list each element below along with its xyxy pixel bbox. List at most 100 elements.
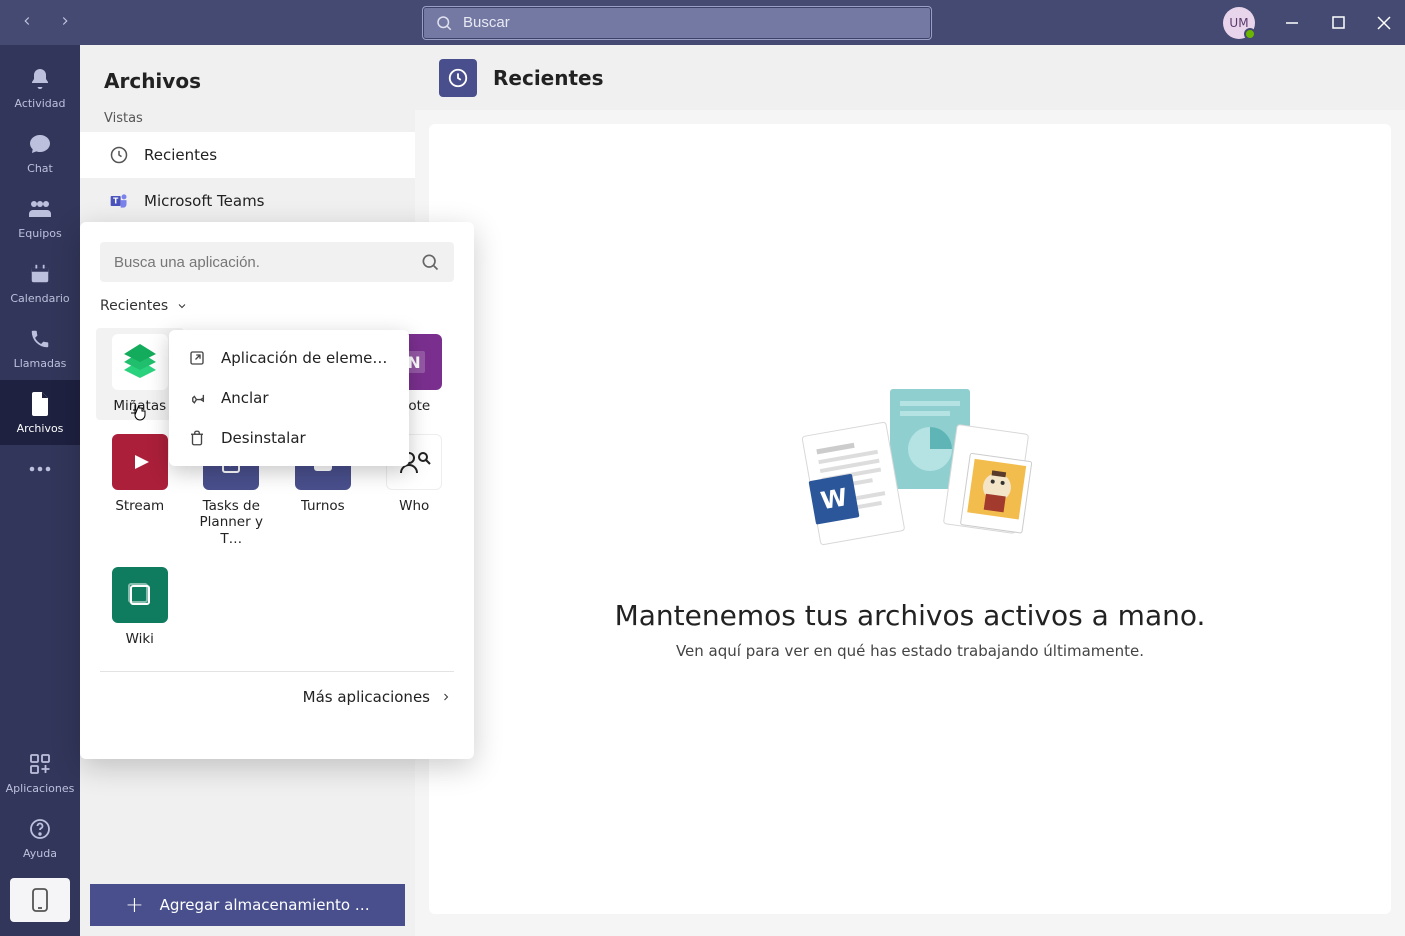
bell-icon xyxy=(26,65,54,93)
file-icon xyxy=(26,390,54,418)
apps-icon xyxy=(26,750,54,778)
rail-label: Actividad xyxy=(14,97,65,110)
rail-label: Calendario xyxy=(10,292,69,305)
main-area: Recientes W xyxy=(415,45,1405,936)
rail-chat[interactable]: Chat xyxy=(0,120,80,185)
app-tile-label: Who xyxy=(399,498,429,514)
pin-icon xyxy=(187,388,207,408)
rail-aplicaciones[interactable]: Aplicaciones xyxy=(0,740,80,805)
minatas-icon xyxy=(118,344,162,380)
rail-calendario[interactable]: Calendario xyxy=(0,250,80,315)
empty-state-title: Mantenemos tus archivos activos a mano. xyxy=(615,599,1206,632)
nav-arrows xyxy=(20,12,72,33)
search-input[interactable] xyxy=(463,14,919,31)
rail-label: Equipos xyxy=(18,227,61,240)
avatar[interactable]: UM xyxy=(1223,7,1255,39)
window-minimize-button[interactable] xyxy=(1283,14,1301,32)
phone-icon xyxy=(26,325,54,353)
chevron-down-icon xyxy=(176,300,188,312)
calendar-icon xyxy=(26,260,54,288)
app-tile-label: Turnos xyxy=(301,498,345,514)
mobile-icon xyxy=(32,888,48,912)
rail-label: Chat xyxy=(27,162,53,175)
flyout-search[interactable] xyxy=(100,242,454,282)
ctx-uninstall[interactable]: Desinstalar xyxy=(169,418,409,458)
app-tile-wiki[interactable]: Wiki xyxy=(96,561,184,653)
flyout-filter-label: Recientes xyxy=(100,298,168,314)
app-tile-label: Tasks de Planner y T… xyxy=(191,498,271,547)
stream-icon xyxy=(125,447,155,477)
app-tile-label: Miñatas xyxy=(113,398,166,414)
app-tile-label: Stream xyxy=(115,498,164,514)
view-microsoft-teams[interactable]: T Microsoft Teams xyxy=(80,178,415,224)
panel-title: Archivos xyxy=(80,45,415,111)
rail-archivos[interactable]: Archivos xyxy=(0,380,80,445)
ctx-label: Aplicación de eleme… xyxy=(221,349,387,367)
wiki-icon xyxy=(125,580,155,610)
rail-more[interactable] xyxy=(0,445,80,493)
view-label: Microsoft Teams xyxy=(144,192,265,210)
minimize-icon xyxy=(1285,16,1299,30)
titlebar: UM xyxy=(0,0,1405,45)
teams-icon: T xyxy=(108,190,130,212)
clock-icon xyxy=(447,67,469,89)
app-flyout: Recientes Miñatas N Note Stream xyxy=(80,222,474,759)
nav-back-button[interactable] xyxy=(20,12,34,33)
presence-badge-icon xyxy=(1244,28,1256,40)
rail-label: Llamadas xyxy=(14,357,67,370)
chevron-right-icon xyxy=(58,14,72,28)
add-storage-label: Agregar almacenamiento … xyxy=(160,896,370,914)
teams-icon xyxy=(26,195,54,223)
main-header-title: Recientes xyxy=(493,66,604,90)
empty-illustration-icon: W xyxy=(780,379,1040,559)
flyout-filter[interactable]: Recientes xyxy=(80,298,474,324)
rail-llamadas[interactable]: Llamadas xyxy=(0,315,80,380)
empty-state-subtitle: Ven aquí para ver en qué has estado trab… xyxy=(676,642,1144,660)
popout-icon xyxy=(187,348,207,368)
ctx-label: Desinstalar xyxy=(221,429,306,447)
window-close-button[interactable] xyxy=(1375,14,1393,32)
ctx-pin[interactable]: Anclar xyxy=(169,378,409,418)
svg-text:N: N xyxy=(408,353,421,372)
ellipsis-icon xyxy=(26,455,54,483)
window-maximize-button[interactable] xyxy=(1329,14,1347,32)
rail-label: Archivos xyxy=(17,422,64,435)
svg-text:W: W xyxy=(819,483,850,515)
chat-icon xyxy=(26,130,54,158)
rail-actividad[interactable]: Actividad xyxy=(0,55,80,120)
plus-icon: + xyxy=(125,893,143,918)
chevron-left-icon xyxy=(20,14,34,28)
maximize-icon xyxy=(1332,16,1345,29)
rail-mobile-button[interactable] xyxy=(10,878,70,922)
flyout-search-input[interactable] xyxy=(114,254,420,271)
ctx-popout[interactable]: Aplicación de eleme… xyxy=(169,338,409,378)
more-apps-label: Más aplicaciones xyxy=(303,688,430,706)
nav-forward-button[interactable] xyxy=(58,12,72,33)
rail-label: Ayuda xyxy=(23,847,57,860)
rail-label: Aplicaciones xyxy=(6,782,75,795)
global-search[interactable] xyxy=(422,6,932,40)
clock-icon xyxy=(108,144,130,166)
ctx-label: Anclar xyxy=(221,389,269,407)
rail-equipos[interactable]: Equipos xyxy=(0,185,80,250)
chevron-right-icon xyxy=(440,691,452,703)
views-section-label: Vistas xyxy=(80,111,415,132)
help-icon xyxy=(26,815,54,843)
search-icon xyxy=(435,14,453,32)
trash-icon xyxy=(187,428,207,448)
avatar-initials: UM xyxy=(1229,16,1248,30)
search-icon xyxy=(420,252,440,272)
add-storage-button[interactable]: + Agregar almacenamiento … xyxy=(90,884,405,926)
svg-text:T: T xyxy=(113,197,119,206)
view-recientes[interactable]: Recientes xyxy=(80,132,415,178)
flyout-more-apps[interactable]: Más aplicaciones xyxy=(80,672,474,722)
view-label: Recientes xyxy=(144,146,217,164)
content-card: W Mantenemos tus archivos activos a mano… xyxy=(429,124,1391,914)
main-header: Recientes xyxy=(415,45,1405,110)
close-icon xyxy=(1377,16,1391,30)
rail-ayuda[interactable]: Ayuda xyxy=(0,805,80,870)
app-tile-label: Wiki xyxy=(126,631,154,647)
context-menu: Aplicación de eleme… Anclar Desinstalar xyxy=(169,330,409,466)
app-rail: Actividad Chat Equipos Calendario Llamad… xyxy=(0,45,80,936)
titlebar-right: UM xyxy=(1223,7,1393,39)
